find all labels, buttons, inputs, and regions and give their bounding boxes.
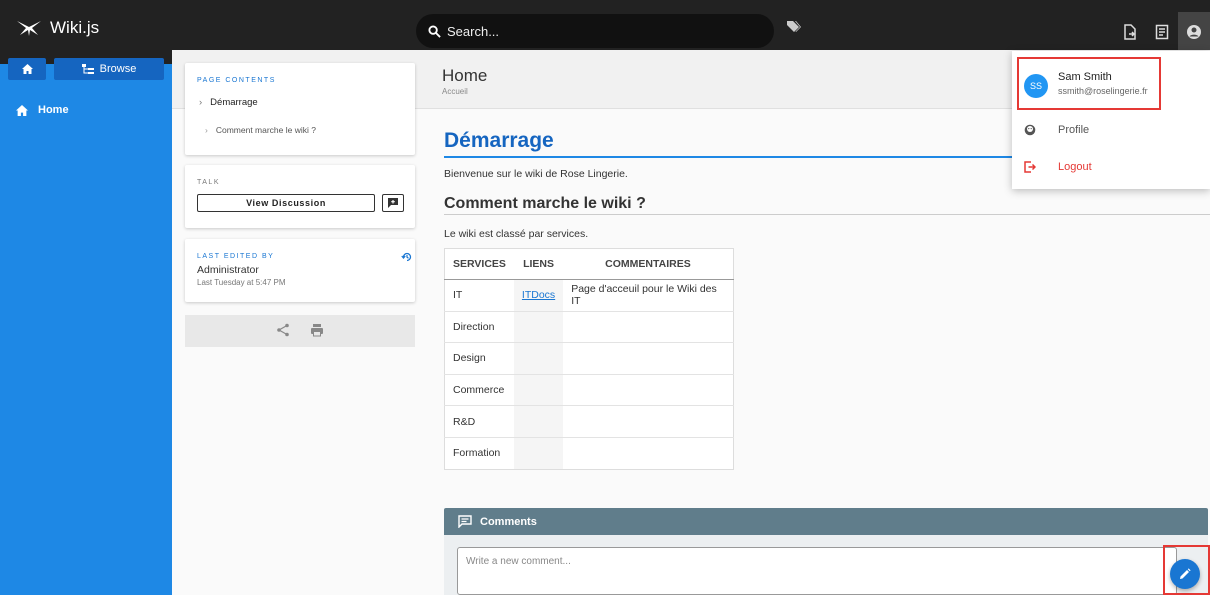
- view-discussion-button[interactable]: View Discussion: [197, 194, 375, 212]
- heading-demarrage: Démarrage: [444, 129, 554, 152]
- talk-label: TALK: [197, 179, 220, 186]
- page-subtitle: Accueil: [442, 87, 468, 96]
- table-row: Formation: [444, 436, 734, 470]
- new-page-icon: [1124, 24, 1136, 40]
- comment-input[interactable]: Write a new comment...: [457, 547, 1177, 595]
- home-button[interactable]: [8, 58, 46, 80]
- profile-icon: [1024, 124, 1036, 136]
- toc-item[interactable]: › Comment marche le wiki ?: [205, 125, 316, 135]
- table-row: R&D: [444, 405, 734, 438]
- table-row: Commerce: [444, 373, 734, 406]
- menu-item-logout[interactable]: Logout: [1024, 161, 1092, 173]
- tags-icon[interactable]: [786, 20, 802, 37]
- print-icon[interactable]: [310, 323, 324, 340]
- heading-underline: [444, 214, 1210, 215]
- app-name: Wiki.js: [50, 18, 100, 37]
- toc-label: PAGE CONTENTS: [197, 77, 276, 84]
- table-row: Design: [444, 342, 734, 375]
- heading-comment-marche: Comment marche le wiki ?: [444, 195, 646, 212]
- account-icon: [1187, 25, 1201, 39]
- last-edited-author[interactable]: Administrator: [197, 264, 259, 276]
- sidebar-item-home[interactable]: Home: [0, 104, 172, 116]
- new-page-button[interactable]: [1114, 12, 1146, 52]
- history-icon[interactable]: [401, 251, 413, 266]
- edit-page-button[interactable]: [1170, 559, 1200, 589]
- table-row: IT ITDocs Page d'acceuil pour le Wiki de…: [444, 279, 734, 312]
- home-icon: [16, 104, 28, 116]
- user-email: ssmith@roselingerie.fr: [1058, 86, 1148, 96]
- account-button[interactable]: [1178, 12, 1210, 52]
- wikijs-logo-icon: [17, 21, 41, 36]
- table-header: LIENS: [513, 248, 564, 280]
- search-icon: [428, 24, 441, 38]
- toc-item[interactable]: › Démarrage: [199, 97, 258, 108]
- sidebar-item-label: Home: [38, 104, 69, 116]
- sidebar: Browse Home: [0, 58, 172, 595]
- talk-card: TALK View Discussion: [185, 165, 415, 228]
- pencil-icon: [1180, 568, 1191, 579]
- app-logo[interactable]: Wiki.js: [16, 18, 99, 38]
- last-edited-label: LAST EDITED BY: [197, 253, 275, 260]
- browse-label: Browse: [99, 63, 137, 75]
- page-actions-button[interactable]: [1146, 12, 1178, 52]
- toc-card: PAGE CONTENTS › Démarrage › Comment marc…: [185, 63, 415, 155]
- services-table: SERVICES LIENS COMMENTAIRES IT ITDocs Pa…: [444, 248, 734, 470]
- logout-icon: [1024, 161, 1036, 173]
- itdocs-link[interactable]: ITDocs: [513, 279, 564, 312]
- page-actions-icon: [1155, 24, 1169, 40]
- home-icon: [21, 64, 33, 74]
- sitemap-icon: [81, 63, 94, 74]
- last-edited-time: Last Tuesday at 5:47 PM: [197, 278, 286, 287]
- avatar: SS: [1024, 74, 1048, 98]
- search-placeholder: Search...: [447, 23, 500, 39]
- search-bar[interactable]: Search...: [416, 14, 774, 48]
- share-print-bar: [185, 315, 415, 347]
- comment-plus-icon: [388, 198, 398, 208]
- chevron-right-icon: ›: [199, 97, 203, 108]
- comments-title: Comments: [480, 515, 537, 528]
- browse-button[interactable]: Browse: [54, 58, 164, 80]
- new-comment-button[interactable]: [382, 194, 404, 212]
- comments-icon: [458, 515, 472, 528]
- services-paragraph: Le wiki est classé par services.: [444, 228, 589, 240]
- chevron-right-icon: ›: [205, 125, 208, 135]
- page-title: Home: [442, 66, 488, 85]
- last-edited-card: LAST EDITED BY Administrator Last Tuesda…: [185, 239, 415, 302]
- table-row: Direction: [444, 310, 734, 343]
- menu-item-profile[interactable]: Profile: [1024, 124, 1089, 136]
- user-name: Sam Smith: [1058, 71, 1112, 83]
- comments-header: Comments: [444, 508, 1208, 535]
- intro-paragraph: Bienvenue sur le wiki de Rose Lingerie.: [444, 168, 628, 180]
- share-icon[interactable]: [276, 323, 290, 340]
- table-header: SERVICES: [444, 248, 514, 280]
- table-header: COMMENTAIRES: [563, 248, 734, 280]
